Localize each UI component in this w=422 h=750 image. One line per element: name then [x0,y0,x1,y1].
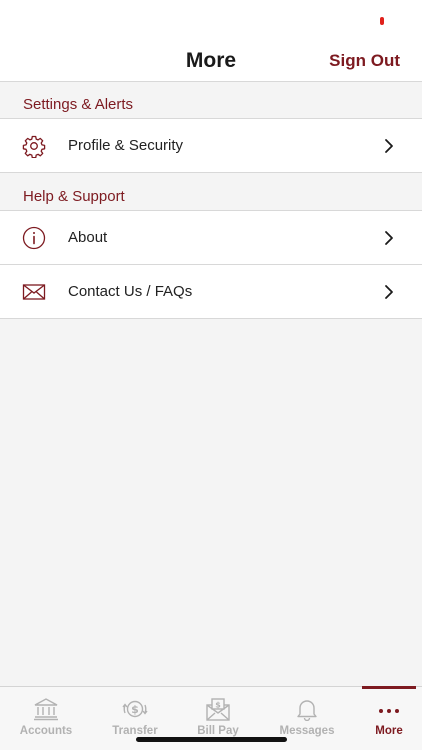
section-title: Settings & Alerts [23,96,134,113]
status-bar [0,0,422,40]
sign-out-button[interactable]: Sign Out [329,51,400,71]
section-title: Help & Support [23,188,125,205]
nav-header: More Sign Out [0,40,422,82]
recording-indicator [380,17,384,25]
chevron-right-icon [385,231,393,245]
chevron-right-icon [385,139,393,153]
tab-label: Transfer [112,725,158,737]
menu-item-contact-faqs[interactable]: Contact Us / FAQs [0,265,422,319]
svg-text:$: $ [131,703,139,716]
section-header-help: Help & Support [0,174,422,211]
active-tab-indicator [362,686,416,689]
menu-item-label: About [68,229,108,246]
gear-icon [22,135,46,158]
bell-icon [297,700,317,721]
tab-label: Messages [279,725,335,737]
menu-item-label: Profile & Security [68,137,184,154]
bill-pay-icon: $ [206,698,230,721]
transfer-icon: $ [122,700,148,718]
tab-more[interactable]: More [347,686,422,750]
chevron-right-icon [385,285,393,299]
more-dots-icon [379,709,399,713]
info-icon [22,226,46,250]
bank-icon [34,698,58,721]
tab-label: More [375,725,403,737]
section-header-settings: Settings & Alerts [0,82,422,119]
tab-accounts[interactable]: Accounts [4,687,88,750]
menu-item-label: Contact Us / FAQs [68,283,193,300]
home-indicator[interactable] [136,737,287,742]
envelope-icon [22,284,46,300]
menu-item-profile-security[interactable]: Profile & Security [0,119,422,173]
menu-item-about[interactable]: About [0,211,422,265]
tab-label: Accounts [19,725,73,737]
svg-text:$: $ [215,701,221,710]
tab-label: Bill Pay [197,725,239,737]
